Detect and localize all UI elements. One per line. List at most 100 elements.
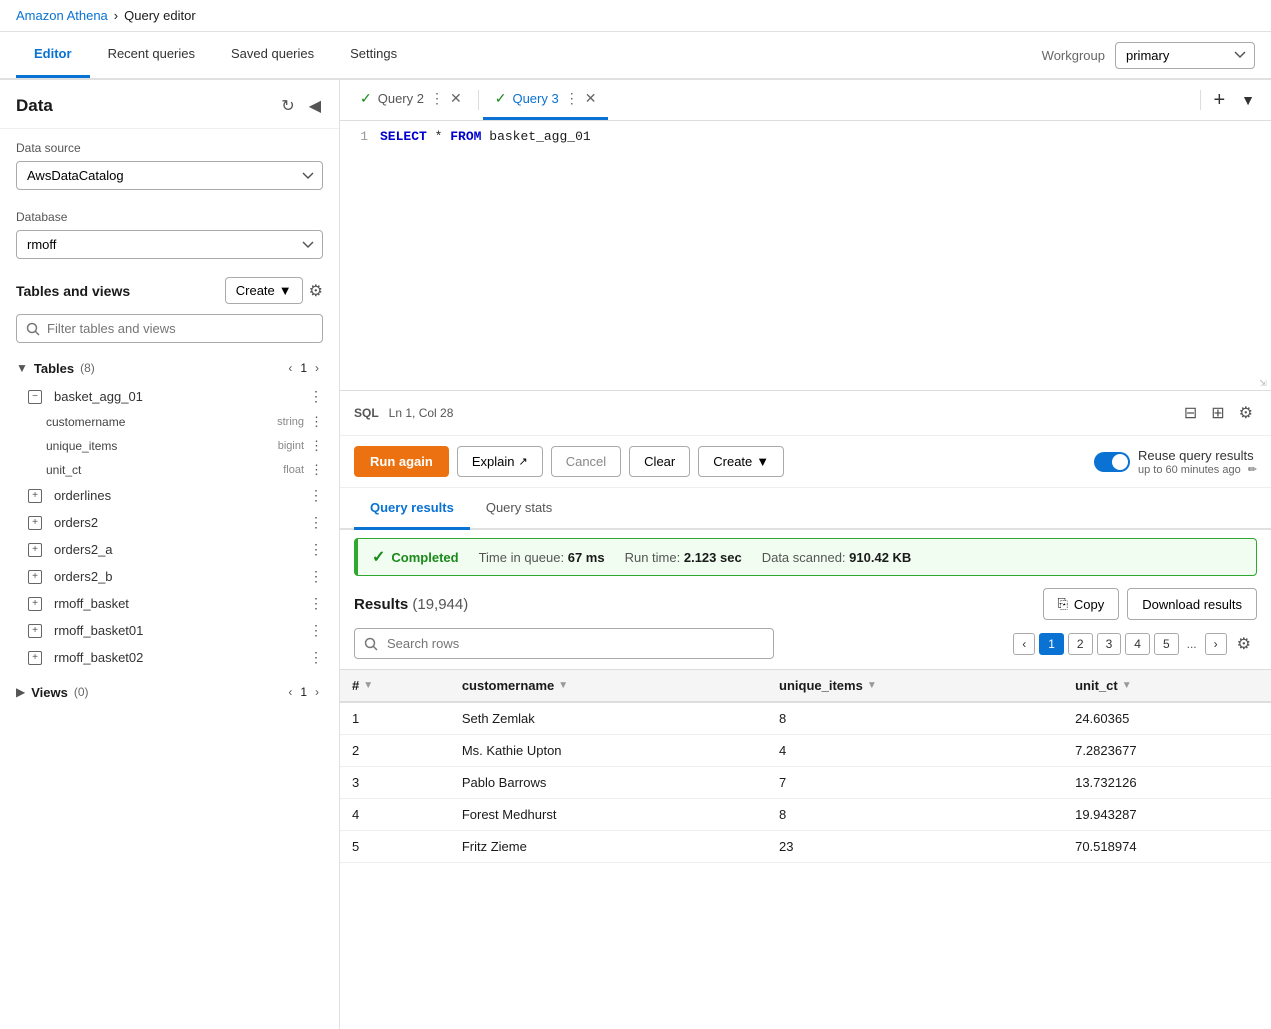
tab-recent-queries[interactable]: Recent queries: [90, 32, 213, 78]
table-item-rmoff-basket01[interactable]: + rmoff_basket01 ⋮: [0, 617, 339, 644]
query-tab-3[interactable]: ✓ Query 3 ⋮ ✕: [483, 80, 609, 120]
table-more-icon[interactable]: ⋮: [309, 649, 323, 666]
pagination-page-5[interactable]: 5: [1154, 633, 1179, 655]
pagination-page-3[interactable]: 3: [1097, 633, 1122, 655]
table-more-icon[interactable]: ⋮: [309, 568, 323, 585]
database-select[interactable]: rmoff: [16, 230, 323, 259]
tab-editor[interactable]: Editor: [16, 32, 90, 78]
column-item-unique-items: unique_items bigint ⋮: [0, 434, 339, 458]
column-name: unit_ct: [46, 463, 283, 477]
table-more-icon[interactable]: ⋮: [309, 595, 323, 612]
cell-unique_items: 8: [767, 702, 1063, 735]
editor-resize-handle[interactable]: ⇲: [1255, 374, 1271, 390]
create-label: Create: [713, 454, 752, 469]
table-item-basket-agg-01[interactable]: − basket_agg_01 ⋮: [0, 383, 339, 410]
expand-icon: +: [28, 624, 42, 638]
tables-next-btn[interactable]: ›: [311, 359, 323, 377]
tables-prev-btn[interactable]: ‹: [284, 359, 296, 377]
breadcrumb-separator: ›: [114, 8, 118, 23]
table-item-rmoff-basket[interactable]: + rmoff_basket ⋮: [0, 590, 339, 617]
table-more-icon[interactable]: ⋮: [309, 388, 323, 405]
column-more-icon[interactable]: ⋮: [310, 414, 323, 430]
views-prev-btn[interactable]: ‹: [284, 683, 296, 701]
results-title: Results (19,944): [354, 596, 468, 613]
query3-close-icon[interactable]: ✕: [585, 90, 597, 107]
workgroup-select[interactable]: primary: [1115, 42, 1255, 69]
run-again-button[interactable]: Run again: [354, 446, 449, 477]
clear-button[interactable]: Clear: [629, 446, 690, 477]
run-time: Run time: 2.123 sec: [625, 550, 742, 565]
editor-settings-icon[interactable]: ⚙: [1235, 399, 1257, 427]
collapse-sidebar-icon[interactable]: ◀: [307, 94, 323, 118]
views-group-header[interactable]: ▶ Views (0) ‹ 1 ›: [0, 677, 339, 707]
search-rows-input[interactable]: [354, 628, 774, 659]
add-query-tab-button[interactable]: +: [1205, 85, 1233, 116]
cancel-button[interactable]: Cancel: [551, 446, 621, 477]
table-item-rmoff-basket02[interactable]: + rmoff_basket02 ⋮: [0, 644, 339, 671]
column-more-icon[interactable]: ⋮: [310, 462, 323, 478]
data-source-select[interactable]: AwsDataCatalog: [16, 161, 323, 190]
table-more-icon[interactable]: ⋮: [309, 541, 323, 558]
line-number: 1: [340, 129, 380, 144]
main-layout: Data ↻ ◀ Data source AwsDataCatalog Data…: [0, 80, 1271, 1029]
top-nav-tabs: Editor Recent queries Saved queries Sett…: [16, 32, 1042, 78]
tab-settings[interactable]: Settings: [332, 32, 415, 78]
col-header-customername[interactable]: customername ▼: [450, 670, 767, 703]
table-more-icon[interactable]: ⋮: [309, 622, 323, 639]
workgroup-area: Workgroup primary: [1042, 42, 1255, 69]
copy-button[interactable]: ⎘ Copy: [1043, 588, 1120, 620]
table-name: orders2_a: [54, 542, 113, 557]
views-next-btn[interactable]: ›: [311, 683, 323, 701]
column-name: unique_items: [46, 439, 278, 453]
col-header-num[interactable]: # ▼: [340, 670, 450, 703]
query2-close-icon[interactable]: ✕: [450, 90, 462, 107]
sidebar: Data ↻ ◀ Data source AwsDataCatalog Data…: [0, 80, 340, 1029]
table-item-orders2[interactable]: + orders2 ⋮: [0, 509, 339, 536]
tab-divider: [478, 90, 479, 110]
explain-button[interactable]: Explain ↗: [457, 446, 543, 477]
tables-settings-icon[interactable]: ⚙: [309, 281, 323, 301]
pagination-settings-icon[interactable]: ⚙: [1231, 632, 1257, 656]
query-tab-2[interactable]: ✓ Query 2 ⋮ ✕: [348, 80, 474, 120]
create-button[interactable]: Create ▼: [698, 446, 784, 477]
pagination-page-2[interactable]: 2: [1068, 633, 1093, 655]
tables-group-left: ▼ Tables (8): [16, 361, 95, 376]
column-more-icon[interactable]: ⋮: [310, 438, 323, 454]
query2-more-icon[interactable]: ⋮: [430, 90, 444, 107]
results-tab-query-results[interactable]: Query results: [354, 488, 470, 530]
table-view-icon[interactable]: ⊞: [1207, 399, 1228, 427]
col-header-unique-items[interactable]: unique_items ▼: [767, 670, 1063, 703]
reuse-label: Reuse query results: [1138, 448, 1257, 463]
query2-label: Query 2: [378, 91, 424, 106]
pagination-page-1[interactable]: 1: [1039, 633, 1064, 655]
query-tabs-dropdown-button[interactable]: ▼: [1233, 88, 1263, 112]
breadcrumb-home-link[interactable]: Amazon Athena: [16, 8, 108, 23]
query3-more-icon[interactable]: ⋮: [565, 90, 579, 107]
table-item-orderlines[interactable]: + orderlines ⋮: [0, 482, 339, 509]
table-name: orders2: [54, 515, 98, 530]
col-header-unit-ct[interactable]: unit_ct ▼: [1063, 670, 1271, 703]
results-table: # ▼ customername ▼: [340, 669, 1271, 863]
tables-group-header[interactable]: ▼ Tables (8) ‹ 1 ›: [0, 353, 339, 383]
reuse-toggle[interactable]: [1094, 452, 1130, 472]
format-icon[interactable]: ⊟: [1180, 399, 1201, 427]
pagination-next-btn[interactable]: ›: [1205, 633, 1227, 655]
tab-saved-queries[interactable]: Saved queries: [213, 32, 332, 78]
table-more-icon[interactable]: ⋮: [309, 514, 323, 531]
table-more-icon[interactable]: ⋮: [309, 487, 323, 504]
table-item-orders2-b[interactable]: + orders2_b ⋮: [0, 563, 339, 590]
create-table-button[interactable]: Create ▼: [225, 277, 303, 304]
table-row: 4Forest Medhurst819.943287: [340, 799, 1271, 831]
pagination-prev-btn[interactable]: ‹: [1013, 633, 1035, 655]
pagination-page-4[interactable]: 4: [1125, 633, 1150, 655]
code-editor[interactable]: 1 SELECT * FROM basket_agg_01 ⇲: [340, 121, 1271, 391]
table-item-orders2-a[interactable]: + orders2_a ⋮: [0, 536, 339, 563]
query3-status-icon: ✓: [495, 90, 507, 107]
edit-icon[interactable]: ✏: [1248, 464, 1257, 476]
filter-tables-input[interactable]: [16, 314, 323, 343]
refresh-icon[interactable]: ↻: [279, 94, 296, 118]
cursor-position: Ln 1, Col 28: [389, 406, 454, 420]
download-results-button[interactable]: Download results: [1127, 588, 1257, 620]
status-completed: ✓ Completed: [372, 547, 459, 567]
results-tab-query-stats[interactable]: Query stats: [470, 488, 568, 530]
